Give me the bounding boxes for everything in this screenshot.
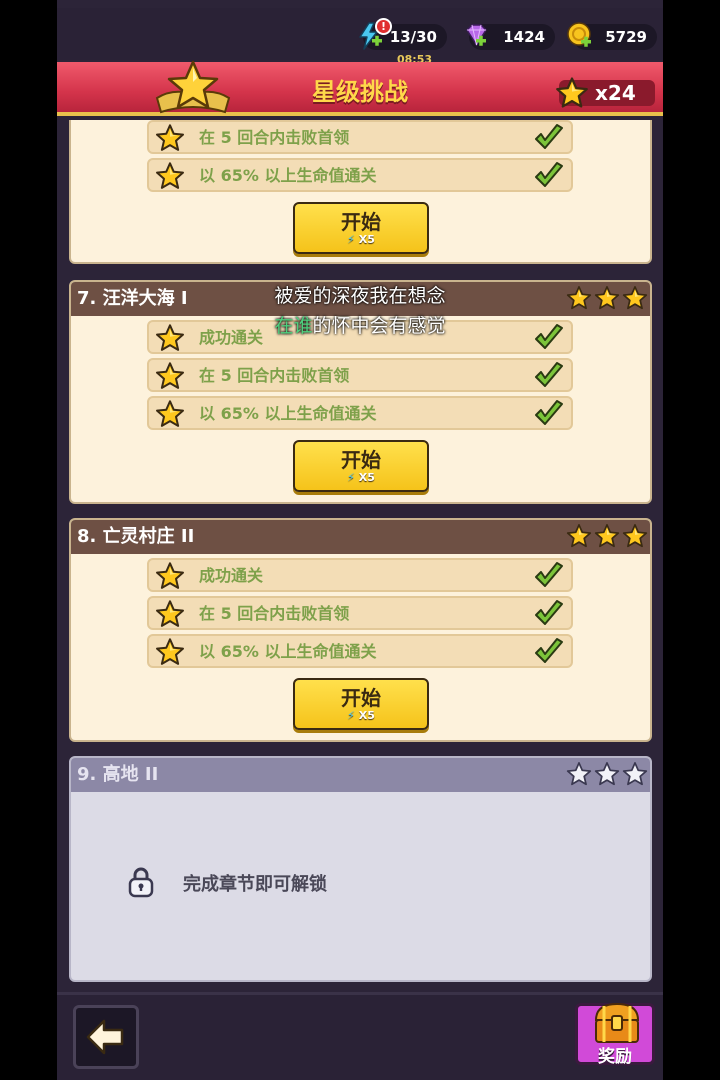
rewards-button[interactable]: 奖励 <box>575 1002 655 1067</box>
stage-name: 9. 高地 II <box>77 764 159 785</box>
objective-row: 以 65% 以上生命值通关 <box>147 396 573 430</box>
star-icon <box>155 637 185 667</box>
coin-value: 5729 <box>605 28 647 46</box>
start-button[interactable]: 开始 ⚡ X5 <box>293 440 429 492</box>
objective-row: 在 5 回合内击败首领 <box>147 596 573 630</box>
objective-text: 在 5 回合内击败首领 <box>199 128 350 147</box>
empty-star-icon <box>622 762 648 786</box>
start-cost: ⚡ X5 <box>295 471 427 484</box>
resource-bar: 13/30 ! 08:53 1424 5729 <box>57 8 663 66</box>
objective-text: 以 65% 以上生命值通关 <box>199 642 377 661</box>
gem-value: 1424 <box>503 28 545 46</box>
checkmark-icon <box>533 161 565 191</box>
energy-icon: ⚡ <box>347 471 355 484</box>
lyric-highlight: 在谁 <box>274 315 313 337</box>
star-icon <box>155 399 185 429</box>
star-total-value: x24 <box>595 81 636 105</box>
coin-icon <box>567 22 591 47</box>
checkmark-icon <box>533 561 565 591</box>
objective-row: 成功通关 <box>147 558 573 592</box>
start-cost: ⚡ X5 <box>295 709 427 722</box>
star-icon <box>155 161 185 191</box>
stage-list[interactable]: 在 5 回合内击败首领 以 65% 以上生命值通关 开始 ⚡ X5 7. 汪洋大… <box>57 120 663 990</box>
start-cost: ⚡ X5 <box>295 233 427 246</box>
back-arrow-icon <box>86 1019 124 1055</box>
star-icon <box>155 561 185 591</box>
checkmark-icon <box>533 123 565 153</box>
cost-value: X5 <box>358 471 375 484</box>
star-icon <box>155 361 185 391</box>
stage-stars <box>566 524 648 548</box>
header-banner: 星级挑战 x24 <box>57 60 663 116</box>
empty-star-icon <box>594 762 620 786</box>
stage-stars <box>566 762 648 786</box>
star-total-badge: x24 <box>559 80 655 106</box>
objective-row: 以 65% 以上生命值通关 <box>147 158 573 192</box>
objective-row: 在 5 回合内击败首领 <box>147 358 573 392</box>
lyric-line-2: 在谁的怀中会有感觉 <box>0 311 720 338</box>
gem-counter[interactable]: 1424 <box>466 24 555 50</box>
cost-value: X5 <box>358 233 375 246</box>
checkmark-icon <box>533 637 565 667</box>
lock-icon <box>128 867 154 898</box>
empty-star-icon <box>566 762 592 786</box>
back-button[interactable] <box>73 1005 139 1069</box>
start-label: 开始 <box>341 448 381 472</box>
treasure-chest-icon <box>594 1002 640 1043</box>
start-button[interactable]: 开始 ⚡ X5 <box>293 678 429 730</box>
star-icon <box>155 123 185 153</box>
objective-row: 在 5 回合内击败首领 <box>147 120 573 154</box>
stage-name: 8. 亡灵村庄 II <box>77 526 195 547</box>
energy-icon: ⚡ <box>347 233 355 246</box>
star-icon <box>622 524 648 548</box>
objective-text: 以 65% 以上生命值通关 <box>199 166 377 185</box>
gem-icon <box>466 24 487 46</box>
start-button[interactable]: 开始 ⚡ X5 <box>293 202 429 254</box>
checkmark-icon <box>533 361 565 391</box>
stage-card-locked: 9. 高地 II 完成章节即可解锁 <box>69 756 652 982</box>
energy-value: 13/30 <box>389 28 437 46</box>
cost-value: X5 <box>358 709 375 722</box>
bottom-bar: 奖励 <box>57 992 663 1080</box>
stage-card: 在 5 回合内击败首领 以 65% 以上生命值通关 开始 ⚡ X5 <box>69 120 652 264</box>
star-icon <box>566 524 592 548</box>
coin-counter[interactable]: 5729 <box>567 22 657 50</box>
lock-text: 完成章节即可解锁 <box>183 874 327 895</box>
objective-row: 以 65% 以上生命值通关 <box>147 634 573 668</box>
objective-text: 成功通关 <box>199 566 264 585</box>
stage-title: 8. 亡灵村庄 II <box>71 520 650 554</box>
lyric-rest: 的怀中会有感觉 <box>312 315 446 337</box>
star-icon <box>155 599 185 629</box>
checkmark-icon <box>533 599 565 629</box>
stage-title: 9. 高地 II <box>71 758 650 792</box>
checkmark-icon <box>533 399 565 429</box>
rewards-label: 奖励 <box>598 1047 632 1067</box>
star-icon <box>555 76 589 110</box>
stage-card: 8. 亡灵村庄 II 成功通关 在 5 回合内击败首领 以 65% 以上生命值通… <box>69 518 652 742</box>
objective-text: 在 5 回合内击败首领 <box>199 366 350 385</box>
objective-text: 在 5 回合内击败首领 <box>199 604 350 623</box>
start-label: 开始 <box>341 686 381 710</box>
energy-alert-badge: ! <box>375 18 392 35</box>
start-label: 开始 <box>341 210 381 234</box>
objective-text: 以 65% 以上生命值通关 <box>199 404 377 423</box>
game-screen: 13/30 ! 08:53 1424 5729 星级挑战 x24 在 5 回合内… <box>57 0 663 1080</box>
lyric-line-1: 被爱的深夜我在想念 <box>274 285 446 307</box>
star-icon <box>594 524 620 548</box>
energy-icon: ⚡ <box>347 709 355 722</box>
